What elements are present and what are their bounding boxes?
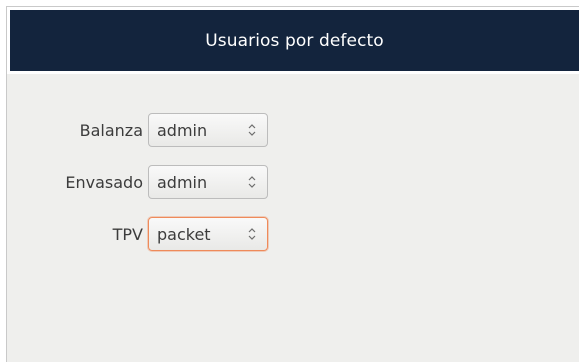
dialog-header: Usuarios por defecto — [7, 7, 579, 71]
up-down-spin-icon — [247, 224, 257, 244]
tpv-combo-value: packet — [157, 224, 211, 244]
dialog-title: Usuarios por defecto — [205, 30, 384, 51]
field-row-balanza: Balanza admin — [7, 113, 268, 147]
envasado-label: Envasado — [65, 172, 143, 192]
field-row-tpv: TPV packet — [7, 217, 268, 251]
users-dialog: Usuarios por defecto Balanza admin Envas… — [6, 6, 579, 362]
up-down-spin-icon — [247, 120, 257, 140]
tpv-label: TPV — [112, 224, 143, 244]
up-down-spin-icon — [247, 172, 257, 192]
form-content: Balanza admin Envasado admin TPV packet — [7, 74, 579, 360]
balanza-combo-value: admin — [157, 120, 208, 140]
balanza-combo[interactable]: admin — [148, 113, 268, 147]
tpv-combo[interactable]: packet — [148, 217, 268, 251]
field-row-envasado: Envasado admin — [7, 165, 268, 199]
envasado-combo[interactable]: admin — [148, 165, 268, 199]
balanza-label: Balanza — [79, 120, 143, 140]
envasado-combo-value: admin — [157, 172, 208, 192]
